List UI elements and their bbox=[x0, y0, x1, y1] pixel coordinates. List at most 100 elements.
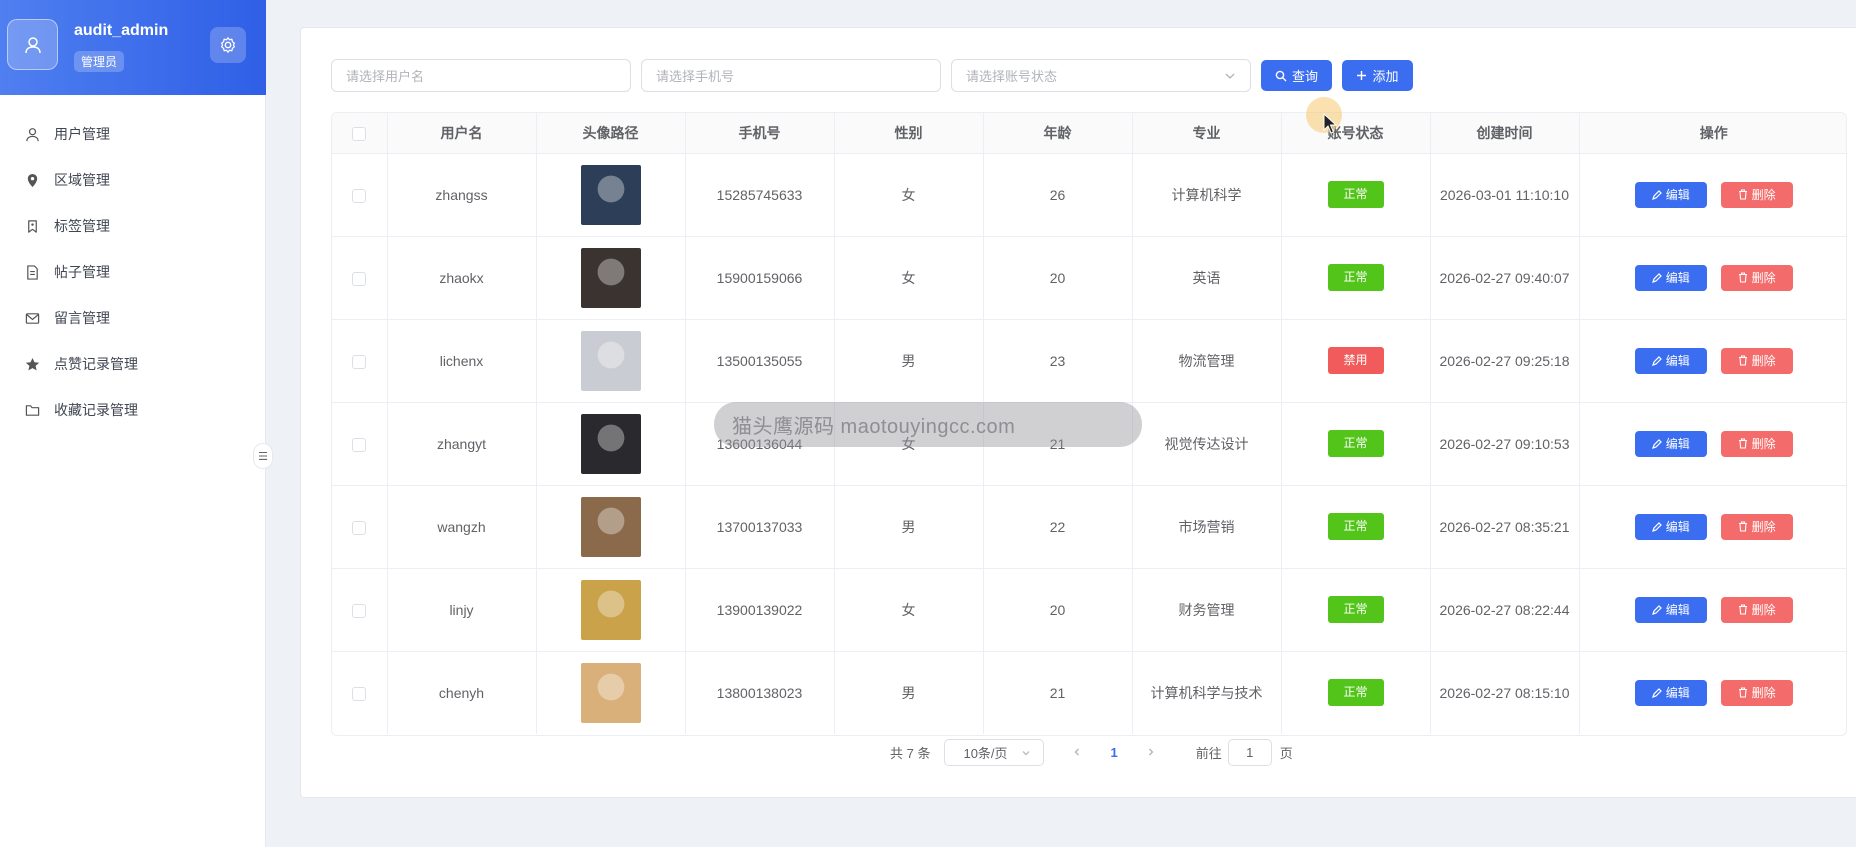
select-all-checkbox[interactable] bbox=[352, 126, 367, 141]
status-badge: 正常 bbox=[1327, 264, 1384, 291]
settings-button[interactable] bbox=[210, 27, 246, 63]
pencil-icon bbox=[1651, 272, 1662, 283]
sidebar-item-post-management[interactable]: 帖子管理 bbox=[0, 249, 265, 295]
created-time-cell: 2026-02-27 08:35:21 bbox=[1430, 485, 1580, 569]
actions-cell: 编辑 删除 bbox=[1579, 485, 1846, 569]
age-cell: 20 bbox=[983, 568, 1133, 652]
row-select-cell bbox=[332, 485, 388, 569]
folder-icon bbox=[24, 402, 40, 418]
edit-button[interactable]: 编辑 bbox=[1634, 264, 1707, 291]
delete-button[interactable]: 删除 bbox=[1720, 347, 1793, 374]
edit-button-label: 编辑 bbox=[1665, 188, 1690, 202]
sidebar-item-label: 标签管理 bbox=[54, 218, 110, 234]
delete-button[interactable]: 删除 bbox=[1720, 181, 1793, 208]
avatar bbox=[7, 19, 58, 70]
major-cell: 财务管理 bbox=[1132, 568, 1282, 652]
gear-icon bbox=[220, 37, 236, 53]
phone-cell: 13800138023 bbox=[685, 651, 835, 734]
status-badge: 正常 bbox=[1327, 181, 1384, 208]
pencil-icon bbox=[1651, 438, 1662, 449]
major-cell: 计算机科学与技术 bbox=[1132, 651, 1282, 734]
created-time-cell: 2026-02-27 08:15:10 bbox=[1430, 651, 1580, 734]
delete-button[interactable]: 删除 bbox=[1720, 596, 1793, 623]
sidebar-item-region-management[interactable]: 区域管理 bbox=[0, 157, 265, 203]
column-header: 用户名 bbox=[387, 113, 537, 154]
edit-button[interactable]: 编辑 bbox=[1634, 679, 1707, 706]
sidebar-item-tag-management[interactable]: 标签管理 bbox=[0, 203, 265, 249]
sidebar-item-label: 区域管理 bbox=[54, 172, 110, 188]
user-icon bbox=[24, 126, 40, 142]
goto-page-input[interactable]: 1 bbox=[1227, 739, 1272, 766]
delete-button[interactable]: 删除 bbox=[1720, 513, 1793, 540]
edit-button[interactable]: 编辑 bbox=[1634, 347, 1707, 374]
pagination: 共 7 条 10条/页 1 前往 1 页 bbox=[890, 739, 1293, 766]
gender-cell: 女 bbox=[834, 153, 984, 237]
prev-page-button[interactable] bbox=[1070, 745, 1084, 760]
avatar-thumbnail bbox=[580, 579, 641, 640]
username-cell: wangzh bbox=[387, 485, 537, 569]
username-cell: linjy bbox=[387, 568, 537, 652]
delete-button-label: 删除 bbox=[1751, 603, 1776, 617]
row-checkbox[interactable] bbox=[352, 188, 367, 203]
edit-button[interactable]: 编辑 bbox=[1634, 181, 1707, 208]
status-cell: 正常 bbox=[1281, 568, 1431, 652]
row-select-cell bbox=[332, 319, 388, 403]
sidebar-item-message-management[interactable]: 留言管理 bbox=[0, 295, 265, 341]
edit-button[interactable]: 编辑 bbox=[1634, 596, 1707, 623]
user-icon bbox=[24, 36, 41, 53]
sidebar-item-user-management[interactable]: 用户管理 bbox=[0, 111, 265, 157]
pencil-icon bbox=[1651, 521, 1662, 532]
delete-button[interactable]: 删除 bbox=[1720, 430, 1793, 457]
phone-filter-input[interactable]: 请选择手机号 bbox=[641, 59, 941, 92]
status-badge: 正常 bbox=[1327, 513, 1384, 540]
delete-button[interactable]: 删除 bbox=[1720, 264, 1793, 291]
age-cell: 26 bbox=[983, 153, 1133, 237]
age-cell: 20 bbox=[983, 236, 1133, 320]
add-button[interactable]: 添加 bbox=[1342, 60, 1413, 91]
avatar-thumbnail bbox=[580, 330, 641, 391]
sidebar-item-like-records[interactable]: 点赞记录管理 bbox=[0, 341, 265, 387]
row-checkbox[interactable] bbox=[352, 686, 367, 701]
page-number[interactable]: 1 bbox=[1110, 745, 1117, 760]
delete-button[interactable]: 删除 bbox=[1720, 679, 1793, 706]
username-filter-input[interactable]: 请选择用户名 bbox=[331, 59, 631, 92]
sidebar-item-label: 收藏记录管理 bbox=[54, 402, 138, 418]
avatar-cell bbox=[536, 153, 686, 237]
sidebar-item-label: 点赞记录管理 bbox=[54, 356, 138, 372]
edit-button-label: 编辑 bbox=[1665, 520, 1690, 534]
filter-bar: 请选择用户名 请选择手机号 请选择账号状态 查询 添加 bbox=[331, 59, 1413, 92]
status-filter-select[interactable]: 请选择账号状态 bbox=[951, 59, 1251, 92]
add-button-label: 添加 bbox=[1372, 69, 1399, 84]
sidebar-item-favorite-records[interactable]: 收藏记录管理 bbox=[0, 387, 265, 433]
row-checkbox[interactable] bbox=[352, 603, 367, 618]
row-checkbox[interactable] bbox=[352, 520, 367, 535]
page-size-select[interactable]: 10条/页 bbox=[944, 739, 1045, 766]
row-select-cell bbox=[332, 236, 388, 320]
trash-icon bbox=[1738, 189, 1747, 200]
user-panel: audit_admin 管理员 bbox=[0, 0, 266, 95]
edit-button[interactable]: 编辑 bbox=[1634, 513, 1707, 540]
gender-cell: 男 bbox=[834, 651, 984, 734]
query-button[interactable]: 查询 bbox=[1261, 60, 1332, 91]
created-time-cell: 2026-02-27 09:25:18 bbox=[1430, 319, 1580, 403]
mail-icon bbox=[24, 310, 40, 326]
avatar-cell bbox=[536, 568, 686, 652]
row-checkbox[interactable] bbox=[352, 437, 367, 452]
sidebar-item-label: 帖子管理 bbox=[54, 264, 110, 280]
table-row: wangzh 13700137033 男 22 市场营销 正常 2026-02-… bbox=[332, 485, 1846, 569]
age-cell: 23 bbox=[983, 319, 1133, 403]
table-row: zhangss 15285745633 女 26 计算机科学 正常 2026-0… bbox=[332, 153, 1846, 237]
actions-cell: 编辑 删除 bbox=[1579, 319, 1846, 403]
table-row: linjy 13900139022 女 20 财务管理 正常 2026-02-2… bbox=[332, 568, 1846, 652]
edit-button[interactable]: 编辑 bbox=[1634, 430, 1707, 457]
row-checkbox[interactable] bbox=[352, 271, 367, 286]
plus-icon bbox=[1356, 70, 1367, 81]
next-page-button[interactable] bbox=[1144, 745, 1158, 760]
column-header: 创建时间 bbox=[1430, 113, 1580, 154]
phone-cell: 15285745633 bbox=[685, 153, 835, 237]
status-badge: 禁用 bbox=[1327, 347, 1384, 374]
row-checkbox[interactable] bbox=[352, 354, 367, 369]
status-cell: 正常 bbox=[1281, 153, 1431, 237]
row-select-cell bbox=[332, 568, 388, 652]
sidebar-collapse-toggle[interactable]: ☰ bbox=[253, 443, 273, 469]
